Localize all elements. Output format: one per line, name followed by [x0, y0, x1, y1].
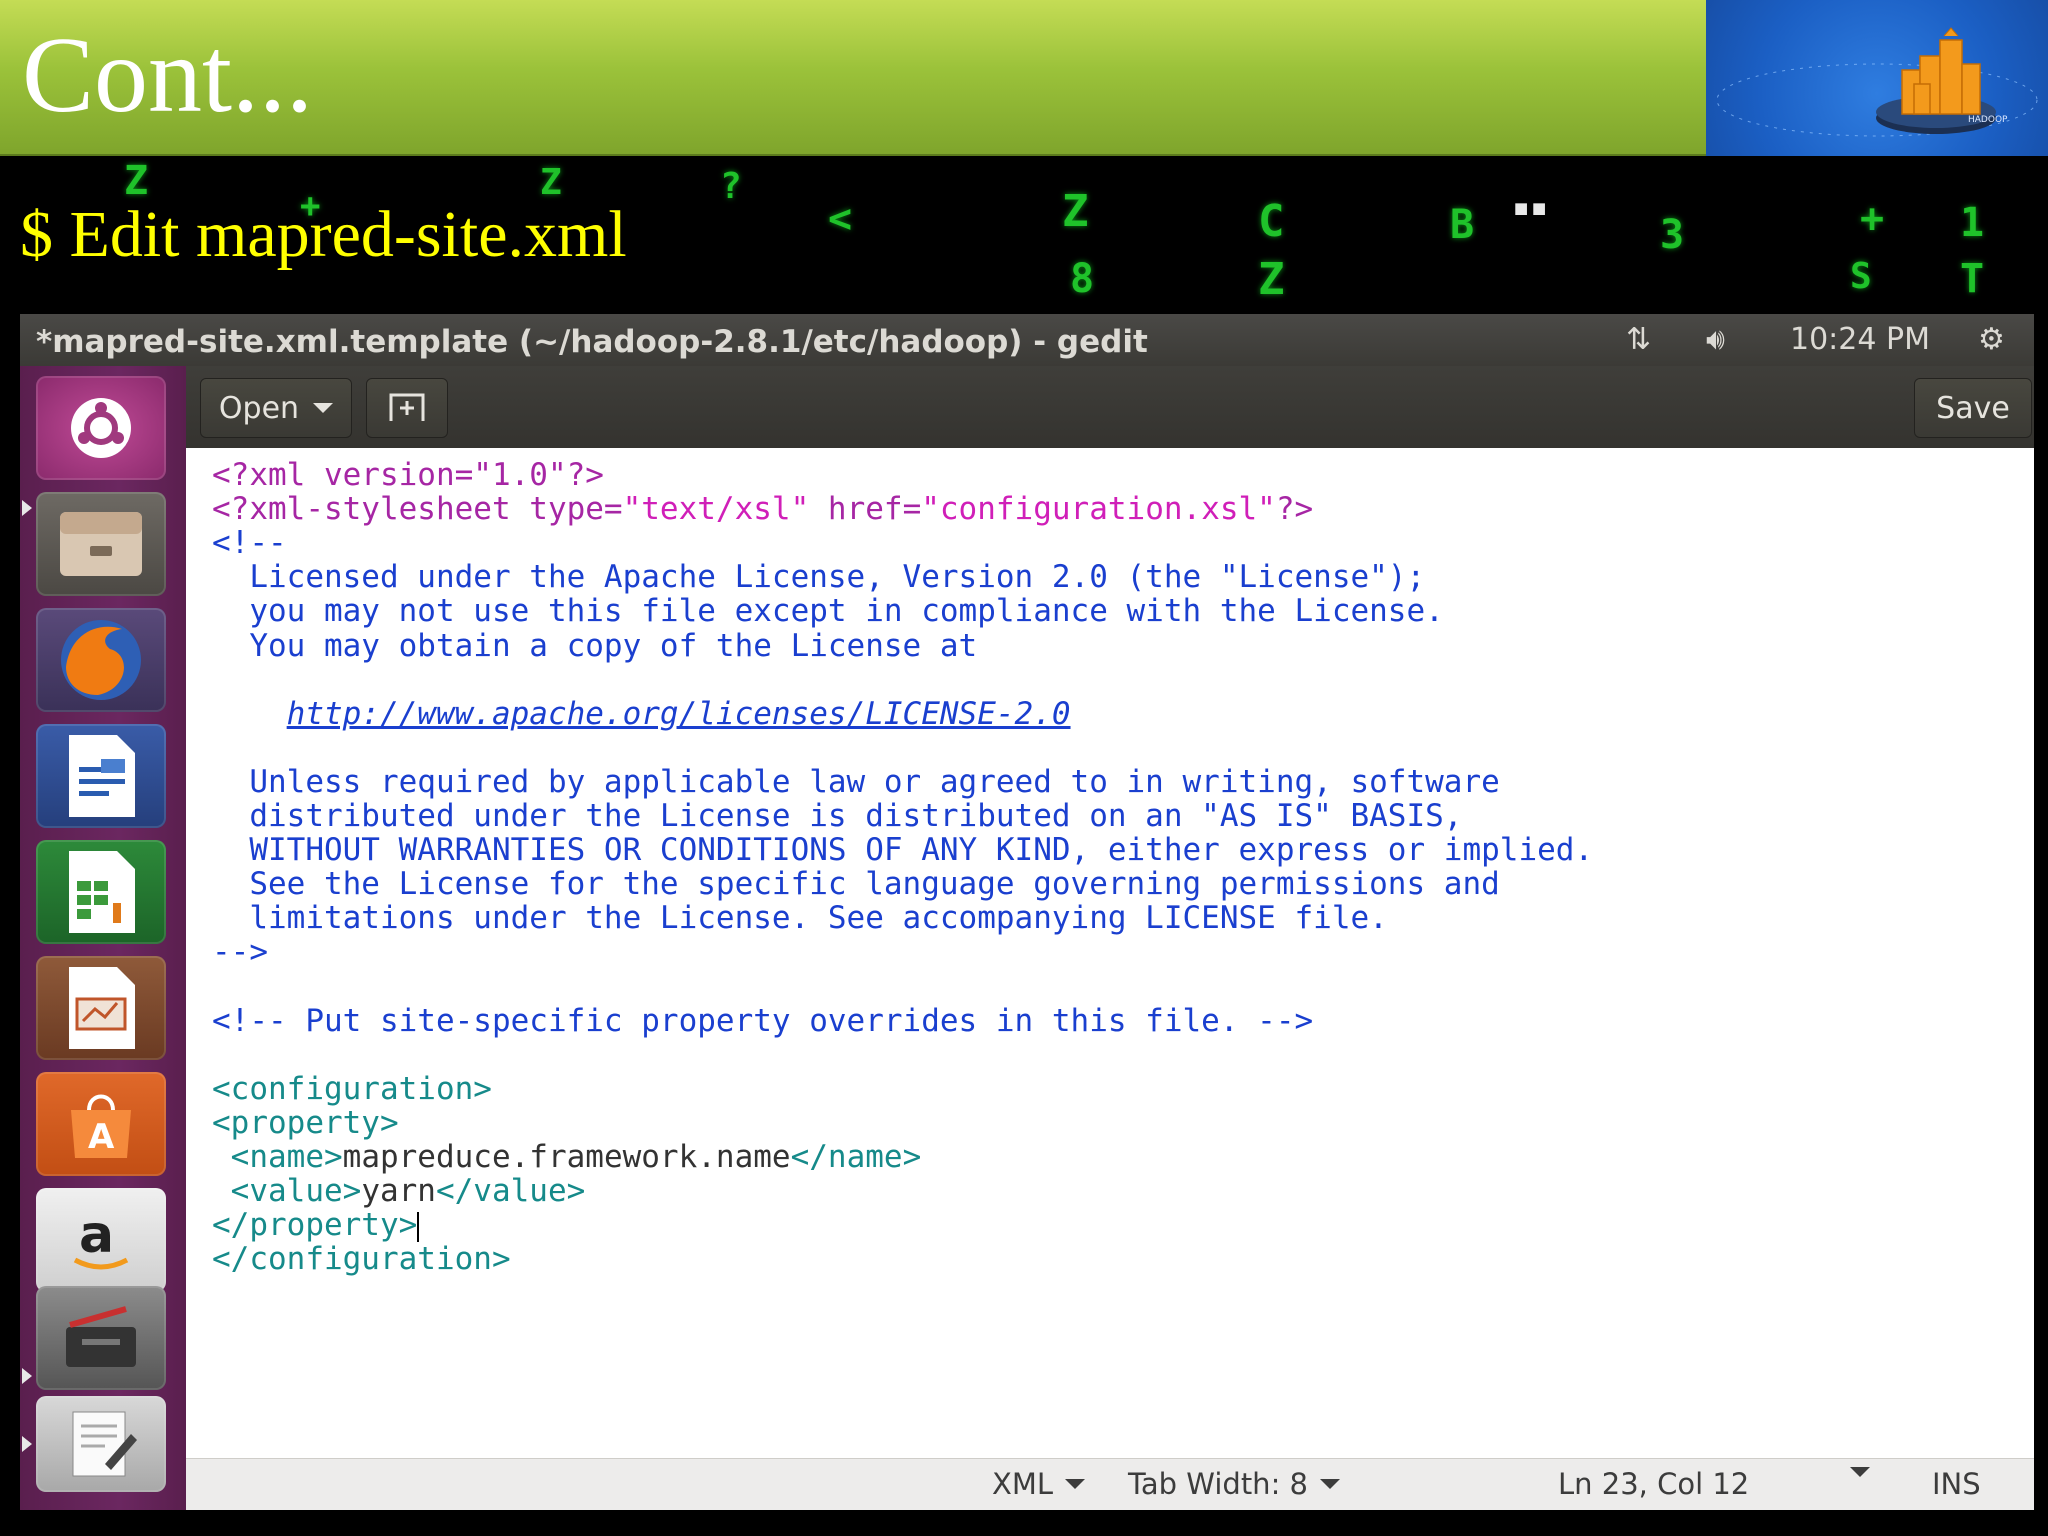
editor-line[interactable]: You may obtain a copy of the License at	[212, 629, 977, 663]
code-token: yarn	[361, 1173, 436, 1210]
slide-title-bar: Cont...	[0, 0, 1706, 156]
editor-line[interactable]: <value>yarn</value>	[212, 1173, 586, 1210]
launcher-running-indicator	[22, 500, 32, 516]
position-menu-button[interactable]	[1850, 1467, 1870, 1477]
language-selector[interactable]: XML	[992, 1467, 1086, 1501]
gedit-headerbar: Open Save	[186, 366, 2034, 448]
tab-width-label: Tab Width: 8	[1128, 1467, 1309, 1501]
ubuntu-dash-icon[interactable]	[36, 376, 166, 480]
code-token: "configuration.xsl"	[921, 491, 1276, 528]
editor-line[interactable]: <?xml version="1.0"?>	[212, 458, 604, 492]
new-tab-button[interactable]	[366, 378, 448, 438]
volume-icon[interactable]: 🔊︎	[1706, 322, 1725, 357]
text-cursor	[417, 1211, 420, 1242]
launcher-running-indicator	[22, 1368, 32, 1384]
editor-line[interactable]: you may not use this file except in comp…	[212, 593, 1444, 630]
code-token: </value>	[435, 1173, 586, 1210]
insert-mode[interactable]: INS	[1932, 1467, 1981, 1501]
code-token: mapreduce.framework.name	[342, 1139, 791, 1175]
window-title: *mapred-site.xml.template (~/hadoop-2.8.…	[36, 324, 1148, 360]
calc-icon[interactable]	[36, 840, 166, 944]
editor-line[interactable]: See the License for the specific languag…	[212, 866, 1500, 903]
editor-line[interactable]: WITHOUT WARRANTIES OR CONDITIONS OF ANY …	[212, 833, 1593, 867]
hadoop-logo: HADOOP	[1706, 0, 2048, 156]
chevron-down-icon	[1320, 1479, 1341, 1489]
software-center-icon[interactable]: A	[36, 1072, 166, 1176]
code-token: you may not use this file except in comp…	[212, 593, 1444, 630]
code-token: <!-- Put site-specific property override…	[212, 1002, 1314, 1039]
svg-text:HADOOP: HADOOP	[1968, 115, 2008, 125]
editor-line[interactable]: </property>	[212, 1207, 420, 1244]
code-token: <!--	[212, 525, 287, 562]
slide-subtitle: $ Edit mapred-site.xml	[20, 198, 627, 271]
chevron-down-icon	[313, 403, 334, 413]
slide-title: Cont...	[22, 16, 314, 135]
open-button[interactable]: Open	[200, 378, 352, 438]
license-link[interactable]: http://www.apache.org/licenses/LICENSE-2…	[287, 696, 1071, 732]
impress-icon[interactable]	[36, 956, 166, 1060]
editor-line[interactable]: <!-- Put site-specific property override…	[212, 1004, 1313, 1038]
code-token: ?>	[1275, 491, 1314, 528]
svg-text:A: A	[88, 1117, 115, 1157]
editor-line[interactable]: -->	[212, 935, 268, 969]
code-token: href=	[809, 491, 922, 528]
code-token: -->	[212, 934, 268, 971]
launcher-running-indicator	[22, 1436, 32, 1452]
gear-icon[interactable]: ⚙	[1978, 322, 2005, 357]
code-token: </configuration>	[212, 1241, 511, 1278]
writer-icon[interactable]	[36, 724, 166, 828]
code-token: </name>	[790, 1139, 922, 1175]
editor-line[interactable]: Unless required by applicable law or agr…	[212, 763, 1500, 800]
code-token: Unless required by applicable law or agr…	[212, 763, 1500, 800]
code-token: <name>	[212, 1139, 343, 1175]
insert-mode-label: INS	[1932, 1467, 1981, 1501]
code-token: </property>	[212, 1207, 418, 1244]
system-settings-icon[interactable]	[36, 1286, 166, 1390]
code-token: <configuration>	[212, 1070, 492, 1107]
editor-line[interactable]: <configuration>	[212, 1072, 492, 1106]
text-editor-area[interactable]: <?xml version="1.0"?> <?xml-stylesheet ty…	[186, 448, 2034, 1458]
tab-width-selector[interactable]: Tab Width: 8	[1128, 1467, 1341, 1501]
code-token: <value>	[212, 1173, 362, 1210]
code-token: distributed under the License is distrib…	[212, 798, 1463, 834]
editor-line[interactable]: http://www.apache.org/licenses/LICENSE-2…	[212, 697, 1071, 731]
amazon-icon[interactable]: a	[36, 1188, 166, 1292]
code-token: <?xml version="1.0"?>	[212, 457, 604, 493]
network-icon[interactable]: ⇅	[1626, 322, 1651, 357]
code-token: <?xml-stylesheet type=	[212, 491, 623, 528]
ubuntu-desktop-window: *mapred-site.xml.template (~/hadoop-2.8.…	[20, 314, 2034, 1510]
code-token: limitations under the License. See accom…	[212, 900, 1388, 937]
editor-line[interactable]: <!--	[212, 526, 287, 560]
top-panel: *mapred-site.xml.template (~/hadoop-2.8.…	[20, 314, 2034, 366]
editor-line[interactable]: Licensed under the Apache License, Versi…	[212, 560, 1425, 594]
text-editor-icon[interactable]	[36, 1396, 166, 1492]
new-tab-icon	[389, 393, 425, 421]
clock[interactable]: 10:24 PM	[1790, 322, 1930, 357]
cursor-position[interactable]: Ln 23, Col 12	[1558, 1467, 1749, 1501]
editor-line[interactable]: </configuration>	[212, 1242, 511, 1276]
files-icon[interactable]	[36, 492, 166, 596]
code-token: "text/xsl"	[622, 491, 810, 528]
language-label: XML	[992, 1467, 1054, 1501]
open-button-label: Open	[218, 390, 300, 426]
editor-line[interactable]: <name>mapreduce.framework.name</name>	[212, 1139, 922, 1175]
code-token: WITHOUT WARRANTIES OR CONDITIONS OF ANY …	[212, 832, 1594, 869]
code-token: See the License for the specific languag…	[212, 866, 1500, 903]
save-button[interactable]: Save	[1914, 378, 2032, 438]
code-token: Licensed under the Apache License, Versi…	[212, 559, 1426, 596]
svg-text:a: a	[79, 1205, 114, 1265]
chevron-down-icon	[1065, 1479, 1086, 1489]
cursor-position-label: Ln 23, Col 12	[1558, 1467, 1750, 1501]
launcher: A a	[20, 366, 186, 1510]
editor-line[interactable]: <property>	[212, 1106, 399, 1140]
editor-line[interactable]: <?xml-stylesheet type="text/xsl" href="c…	[212, 492, 1313, 526]
editor-line[interactable]: limitations under the License. See accom…	[212, 901, 1388, 935]
code-token: You may obtain a copy of the License at	[212, 627, 978, 664]
code-token: <property>	[212, 1104, 399, 1141]
firefox-icon[interactable]	[36, 608, 166, 712]
statusbar: XML Tab Width: 8 Ln 23, Col 12 INS	[186, 1458, 2034, 1510]
editor-line[interactable]: distributed under the License is distrib…	[212, 799, 1462, 833]
chevron-down-icon	[1850, 1467, 1870, 1477]
